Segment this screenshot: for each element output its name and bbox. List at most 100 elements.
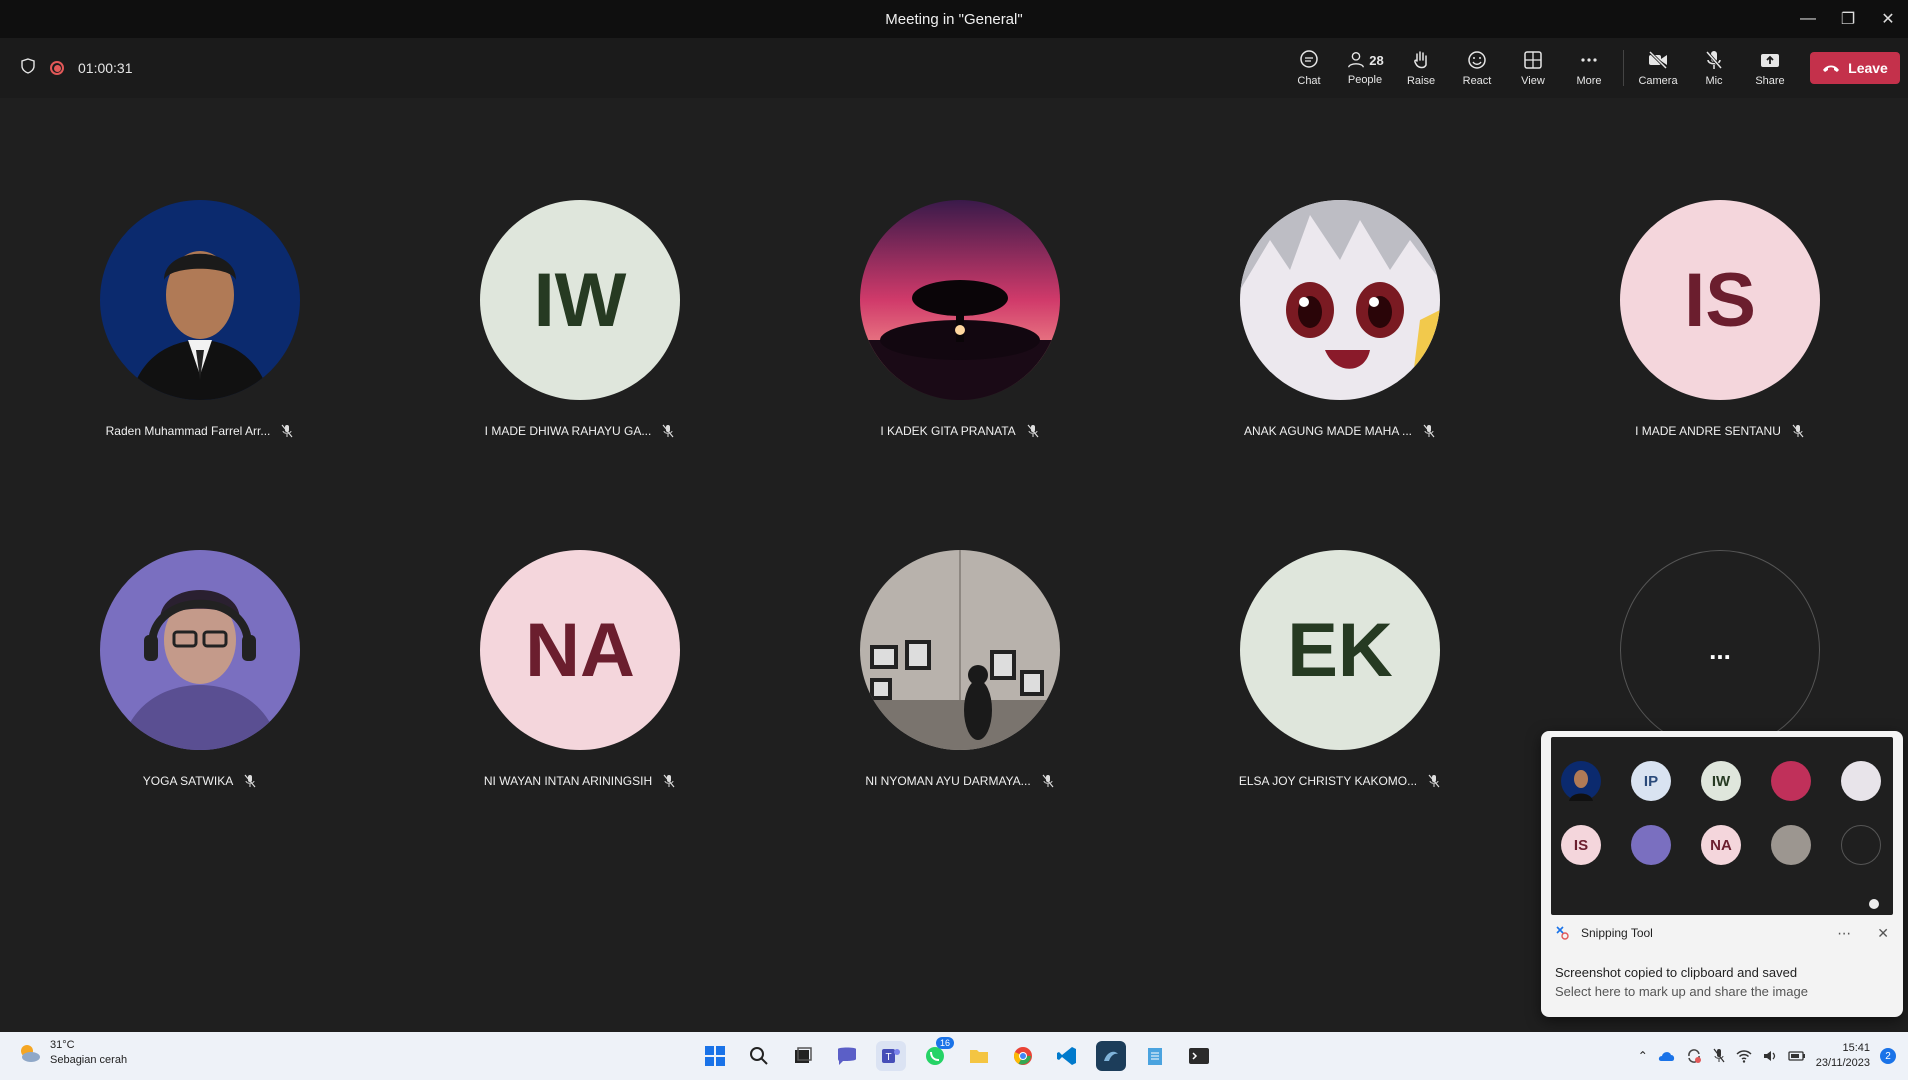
meeting-timer: 01:00:31 xyxy=(78,60,133,76)
mini-avatar xyxy=(1841,761,1881,801)
profile-photo xyxy=(1240,200,1440,400)
taskbar-apps: T 16 xyxy=(700,1036,1214,1076)
mic-button[interactable]: Mic xyxy=(1686,40,1742,96)
chevron-up-icon[interactable]: ⌃ xyxy=(1638,1049,1648,1063)
people-icon xyxy=(1348,52,1365,68)
teams-app[interactable]: T xyxy=(876,1041,906,1071)
chat-label: Chat xyxy=(1297,75,1321,87)
avatar xyxy=(1240,200,1440,400)
toast-submessage: Select here to mark up and share the ima… xyxy=(1555,984,1808,999)
raise-hand-button[interactable]: Raise xyxy=(1393,40,1449,96)
toast-close-icon[interactable]: ✕ xyxy=(1877,925,1889,942)
camera-button[interactable]: Camera xyxy=(1630,40,1686,96)
chat-bubble-icon xyxy=(838,1047,856,1065)
search-button[interactable] xyxy=(744,1041,774,1071)
snipping-tool-notification[interactable]: IP IW IS NA Snipping Tool ⋯ ✕ Screenshot… xyxy=(1541,731,1903,1017)
share-icon xyxy=(1761,54,1779,67)
participant-tile[interactable]: YOGA SATWIKA xyxy=(10,550,390,810)
battery-icon[interactable] xyxy=(1788,1049,1806,1063)
task-view-icon xyxy=(795,1047,812,1063)
chat-icon xyxy=(1300,50,1318,68)
profile-photo xyxy=(100,200,300,400)
people-button[interactable]: 28 People xyxy=(1337,40,1393,96)
more-label: More xyxy=(1576,75,1602,87)
clock[interactable]: 15:41 23/11/2023 xyxy=(1816,1041,1870,1071)
terminal-app[interactable] xyxy=(1184,1041,1214,1071)
task-view-button[interactable] xyxy=(788,1041,818,1071)
participant-name: I KADEK GITA PRANATA xyxy=(880,424,1016,438)
whatsapp-app[interactable]: 16 xyxy=(920,1037,954,1071)
more-button[interactable]: More xyxy=(1561,40,1617,96)
share-button[interactable]: Share xyxy=(1742,40,1798,96)
mic-off-icon xyxy=(1705,51,1723,69)
meeting-toolbar: 01:00:31 Chat 28 People Raise React View xyxy=(0,38,1908,98)
avatar-initials: EK xyxy=(1287,607,1393,693)
participant-tile[interactable]: NA NI WAYAN INTAN ARININGSIH xyxy=(390,550,770,810)
window-title-bar: Meeting in "General" — ❐ ✕ xyxy=(0,0,1908,38)
mic-muted-icon xyxy=(1428,774,1440,788)
minimize-button[interactable]: — xyxy=(1788,0,1828,38)
participant-name: ANAK AGUNG MADE MAHA ... xyxy=(1243,424,1413,438)
avatar: EK xyxy=(1240,550,1440,750)
preview-indicator xyxy=(1869,899,1879,909)
vscode-app[interactable] xyxy=(1052,1041,1082,1071)
toast-message: Screenshot copied to clipboard and saved xyxy=(1555,965,1798,980)
view-label: View xyxy=(1521,75,1545,87)
terminal-icon xyxy=(1189,1048,1209,1064)
avatar: IW xyxy=(480,200,680,400)
avatar: NA xyxy=(480,550,680,750)
notification-badge: 16 xyxy=(935,1037,954,1049)
mini-avatar: NA xyxy=(1701,825,1741,865)
participant-tile[interactable]: Raden Muhammad Farrel Arr... xyxy=(10,200,390,460)
onedrive-icon[interactable] xyxy=(1658,1050,1676,1062)
participant-tile[interactable]: IW I MADE DHIWA RAHAYU GA... xyxy=(390,200,770,460)
react-button[interactable]: React xyxy=(1449,40,1505,96)
toast-more-icon[interactable]: ⋯ xyxy=(1837,925,1851,942)
avatar: IS xyxy=(1620,200,1820,400)
teams-chat-app[interactable] xyxy=(832,1041,862,1071)
participant-tile[interactable]: EK ELSA JOY CHRISTY KAKOMO... xyxy=(1150,550,1530,810)
start-button[interactable] xyxy=(700,1041,730,1071)
mic-muted-icon xyxy=(1423,424,1435,438)
view-button[interactable]: View xyxy=(1505,40,1561,96)
close-button[interactable]: ✕ xyxy=(1868,0,1908,38)
mic-muted-icon xyxy=(1027,424,1039,438)
chat-button[interactable]: Chat xyxy=(1281,40,1337,96)
dolphin-icon xyxy=(1104,1051,1118,1061)
mic-muted-icon xyxy=(1042,774,1054,788)
screenshot-preview[interactable]: IP IW IS NA xyxy=(1551,737,1893,915)
notepad-app[interactable] xyxy=(1140,1041,1170,1071)
folder-icon xyxy=(970,1050,988,1063)
recording-icon xyxy=(50,61,64,75)
restore-button[interactable]: ❐ xyxy=(1828,0,1868,38)
clock-date: 23/11/2023 xyxy=(1815,1057,1870,1069)
chrome-icon xyxy=(1014,1047,1032,1065)
notification-center-badge[interactable]: 2 xyxy=(1880,1048,1896,1064)
mic-muted-icon xyxy=(662,424,674,438)
speaker-icon[interactable] xyxy=(1762,1049,1778,1063)
weather-widget[interactable]: 31°C Sebagian cerah xyxy=(16,1038,127,1068)
wifi-icon[interactable] xyxy=(1736,1049,1752,1063)
participant-tile[interactable]: NI NYOMAN AYU DARMAYA... xyxy=(770,550,1150,810)
mini-avatar xyxy=(1561,761,1601,801)
leave-button[interactable]: Leave xyxy=(1810,52,1900,84)
mic-label: Mic xyxy=(1705,75,1723,87)
clock-time: 15:41 xyxy=(1842,1042,1870,1054)
participant-tile[interactable]: I KADEK GITA PRANATA xyxy=(770,200,1150,460)
window-title: Meeting in "General" xyxy=(885,10,1023,28)
teams-icon: T xyxy=(882,1049,900,1063)
svg-text:T: T xyxy=(885,1052,891,1063)
mini-avatar xyxy=(1841,825,1881,865)
participant-tile[interactable]: IS I MADE ANDRE SENTANU xyxy=(1530,200,1908,460)
mic-muted-tray-icon[interactable] xyxy=(1712,1048,1726,1064)
participant-tile[interactable]: ANAK AGUNG MADE MAHA ... xyxy=(1150,200,1530,460)
chrome-app[interactable] xyxy=(1008,1041,1038,1071)
overflow-avatar: ... xyxy=(1620,550,1820,750)
camera-label: Camera xyxy=(1638,75,1678,87)
shield-icon[interactable] xyxy=(20,57,36,79)
file-explorer-app[interactable] xyxy=(964,1041,994,1071)
sync-icon[interactable] xyxy=(1686,1048,1702,1064)
more-dots-icon: ... xyxy=(1709,634,1731,665)
raise-label: Raise xyxy=(1406,75,1436,87)
mysql-workbench-app[interactable] xyxy=(1096,1041,1126,1071)
